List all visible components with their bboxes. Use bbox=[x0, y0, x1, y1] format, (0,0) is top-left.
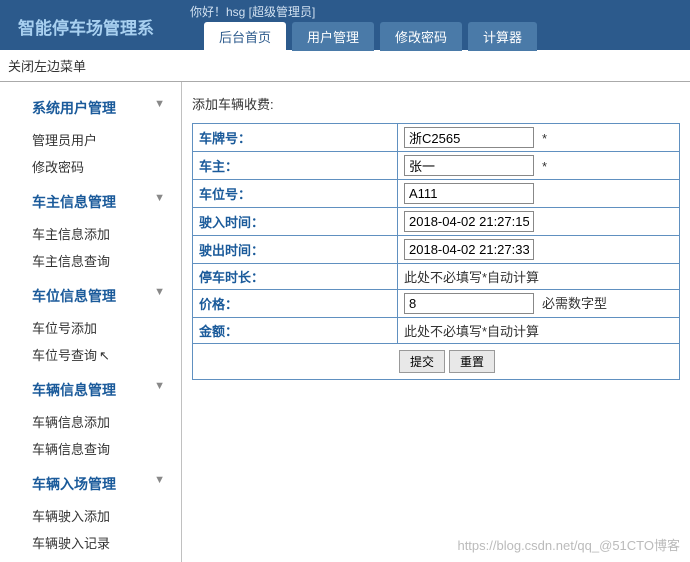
menu-header-2[interactable]: 车位信息管理▼ bbox=[0, 280, 181, 312]
tab-bar: 后台首页用户管理修改密码计算器 bbox=[182, 23, 690, 51]
chevron-down-icon: ▼ bbox=[154, 474, 165, 486]
form-input-6[interactable] bbox=[404, 293, 534, 314]
form-cell-7: 此处不必填写*自动计算 bbox=[398, 318, 680, 344]
chevron-down-icon: ▼ bbox=[154, 380, 165, 392]
form-hint-7: 此处不必填写*自动计算 bbox=[404, 324, 539, 339]
form-hint-0: * bbox=[542, 131, 547, 146]
menu-header-3[interactable]: 车辆信息管理▼ bbox=[0, 374, 181, 406]
form-input-2[interactable] bbox=[404, 183, 534, 204]
menu-item-2-0[interactable]: 车位号添加 bbox=[0, 314, 181, 341]
menu-item-3-1[interactable]: 车辆信息查询 bbox=[0, 435, 181, 462]
form-label-1: 车主： bbox=[193, 152, 398, 180]
form-table: 车牌号： * 车主： * 车位号：驶入时间：驶出时间：停车时长： 此处不必填写*自动计算价… bbox=[192, 123, 680, 380]
tab-2[interactable]: 修改密码 bbox=[380, 22, 462, 51]
form-input-3[interactable] bbox=[404, 211, 534, 232]
menu-item-1-0[interactable]: 车主信息添加 bbox=[0, 220, 181, 247]
tab-1[interactable]: 用户管理 bbox=[292, 22, 374, 51]
menu-item-4-0[interactable]: 车辆驶入添加 bbox=[0, 502, 181, 529]
close-sidebar-link[interactable]: 关闭左边菜单 bbox=[0, 50, 690, 82]
form-cell-4 bbox=[398, 236, 680, 264]
form-label-6: 价格： bbox=[193, 290, 398, 318]
tab-3[interactable]: 计算器 bbox=[468, 22, 537, 51]
menu-header-1[interactable]: 车主信息管理▼ bbox=[0, 186, 181, 218]
menu-item-4-1[interactable]: 车辆驶入记录 bbox=[0, 529, 181, 556]
chevron-down-icon: ▼ bbox=[154, 98, 165, 110]
form-cell-3 bbox=[398, 208, 680, 236]
reset-button[interactable]: 重置 bbox=[449, 350, 495, 373]
form-cell-0: * bbox=[398, 124, 680, 152]
form-input-1[interactable] bbox=[404, 155, 534, 176]
cursor-icon: ↖ bbox=[99, 348, 110, 364]
form-label-7: 金额： bbox=[193, 318, 398, 344]
form-cell-2 bbox=[398, 180, 680, 208]
form-cell-5: 此处不必填写*自动计算 bbox=[398, 264, 680, 290]
menu-item-2-1[interactable]: 车位号查询↖ bbox=[0, 341, 181, 368]
chevron-down-icon: ▼ bbox=[154, 286, 165, 298]
form-label-0: 车牌号： bbox=[193, 124, 398, 152]
menu-item-1-1[interactable]: 车主信息查询 bbox=[0, 247, 181, 274]
form-hint-1: * bbox=[542, 159, 547, 174]
welcome-text: 你好！hsg [超级管理员] bbox=[182, 0, 690, 23]
watermark: https://blog.csdn.net/qq_@51CTO博客 bbox=[457, 535, 680, 554]
form-input-0[interactable] bbox=[404, 127, 534, 148]
form-label-2: 车位号： bbox=[193, 180, 398, 208]
form-cell-6: 必需数字型 bbox=[398, 290, 680, 318]
submit-button[interactable]: 提交 bbox=[399, 350, 445, 373]
menu-item-0-1[interactable]: 修改密码 bbox=[0, 153, 181, 180]
menu-item-3-0[interactable]: 车辆信息添加 bbox=[0, 408, 181, 435]
form-input-4[interactable] bbox=[404, 239, 534, 260]
menu-header-0[interactable]: 系统用户管理▼ bbox=[0, 92, 181, 124]
tab-0[interactable]: 后台首页 bbox=[204, 22, 286, 51]
chevron-down-icon: ▼ bbox=[154, 192, 165, 204]
form-label-4: 驶出时间： bbox=[193, 236, 398, 264]
form-label-5: 停车时长： bbox=[193, 264, 398, 290]
form-label-3: 驶入时间： bbox=[193, 208, 398, 236]
form-hint-5: 此处不必填写*自动计算 bbox=[404, 270, 539, 285]
form-cell-1: * bbox=[398, 152, 680, 180]
sidebar: 系统用户管理▼管理员用户修改密码车主信息管理▼车主信息添加车主信息查询车位信息管… bbox=[0, 82, 182, 562]
menu-item-0-0[interactable]: 管理员用户 bbox=[0, 126, 181, 153]
form-hint-6: 必需数字型 bbox=[542, 296, 607, 311]
app-title: 智能停车场管理系 bbox=[0, 0, 182, 50]
menu-header-4[interactable]: 车辆入场管理▼ bbox=[0, 468, 181, 500]
form-title: 添加车辆收费: bbox=[192, 94, 680, 113]
